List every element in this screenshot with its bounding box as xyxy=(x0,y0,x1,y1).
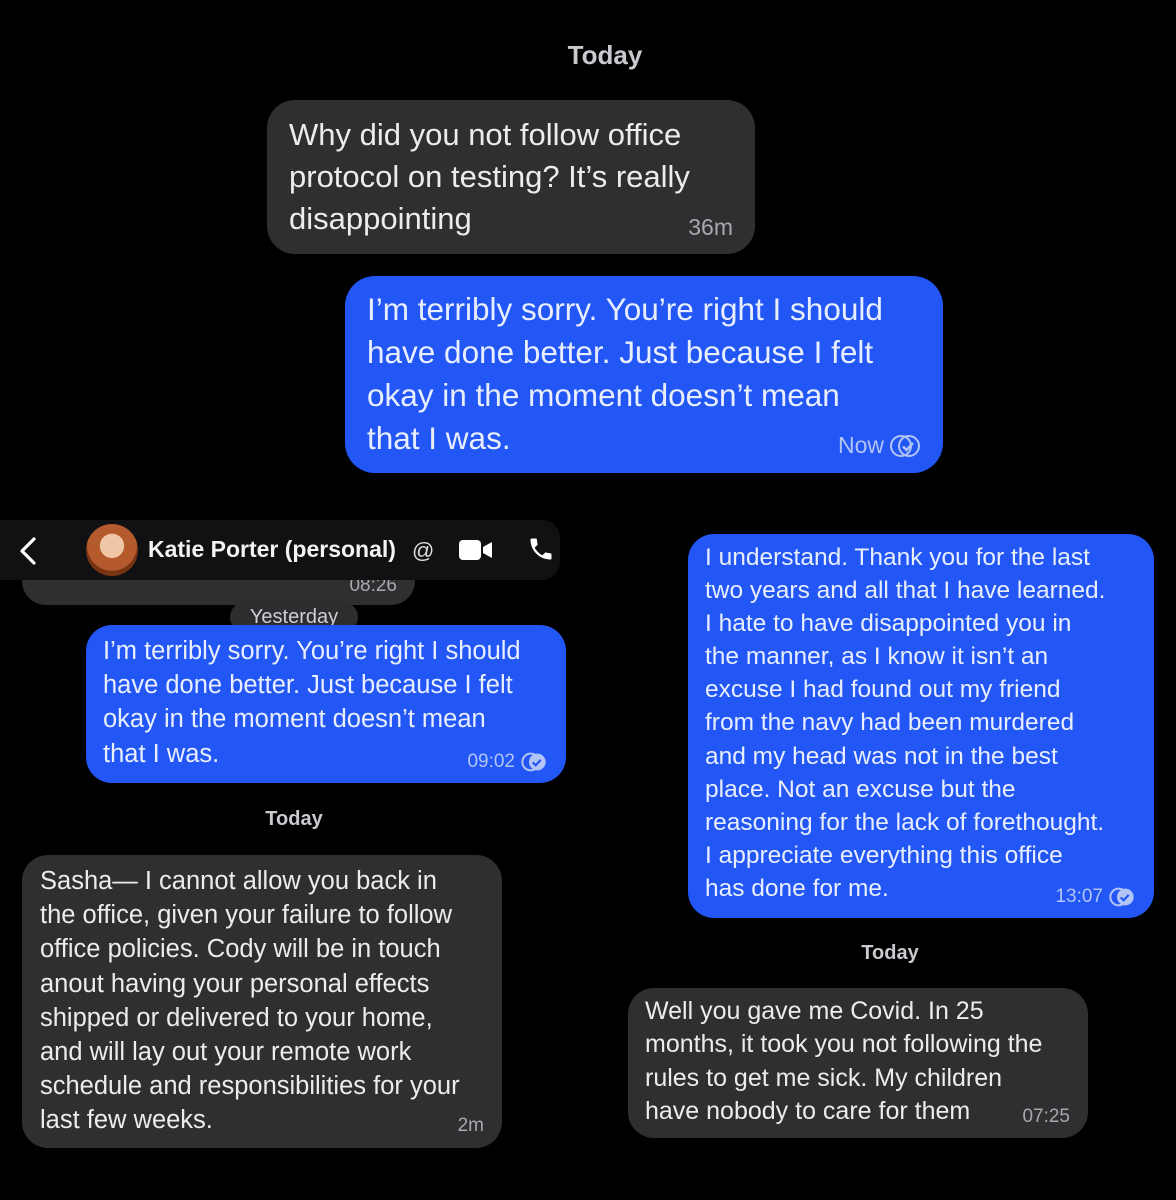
phone-icon[interactable] xyxy=(527,535,555,568)
at-icon: @ xyxy=(412,538,435,563)
message-text: Well you gave me Covid. In 25 months, it… xyxy=(645,997,1043,1125)
date-separator-today-top: Today xyxy=(567,40,643,70)
read-receipt-check-icon xyxy=(520,752,548,772)
back-chevron-icon[interactable] xyxy=(16,536,40,571)
message-time: 36m xyxy=(688,214,733,240)
message-text: Sasha— I cannot allow you back in the of… xyxy=(40,867,460,1135)
message-incoming-protocol[interactable]: Why did you not follow office protocol o… xyxy=(267,100,755,254)
video-call-icon[interactable] xyxy=(459,539,493,566)
message-incoming-sasha[interactable]: Sasha— I cannot allow you back in the of… xyxy=(22,855,502,1148)
read-receipt-check-icon xyxy=(1108,887,1136,907)
date-separator-today-right: Today xyxy=(861,942,919,964)
message-text: I’m terribly sorry. You’re right I shoul… xyxy=(103,637,521,768)
message-text: I’m terribly sorry. You’re right I shoul… xyxy=(367,291,883,456)
date-separator-today-left: Today xyxy=(265,808,323,830)
avatar[interactable] xyxy=(86,524,138,576)
chat-header: Katie Porter (personal) @ xyxy=(0,520,560,580)
contact-name[interactable]: Katie Porter (personal) xyxy=(148,536,396,563)
message-outgoing-apology-top[interactable]: I’m terribly sorry. You’re right I shoul… xyxy=(345,276,943,473)
message-time: 2m xyxy=(457,1115,484,1136)
read-receipt-check-icon xyxy=(889,434,921,458)
message-outgoing-apology[interactable]: I’m terribly sorry. You’re right I shoul… xyxy=(86,625,566,783)
message-incoming-covid[interactable]: Well you gave me Covid. In 25 months, it… xyxy=(628,988,1088,1138)
message-time: 13:07 xyxy=(1055,886,1136,908)
message-time: 07:25 xyxy=(1022,1106,1070,1127)
message-time: 09:02 xyxy=(467,751,548,773)
message-text: I understand. Thank you for the last two… xyxy=(705,544,1106,902)
message-time: Now xyxy=(838,432,921,459)
message-text: Why did you not follow office protocol o… xyxy=(289,117,690,236)
message-outgoing-understand[interactable]: I understand. Thank you for the last two… xyxy=(688,534,1154,918)
